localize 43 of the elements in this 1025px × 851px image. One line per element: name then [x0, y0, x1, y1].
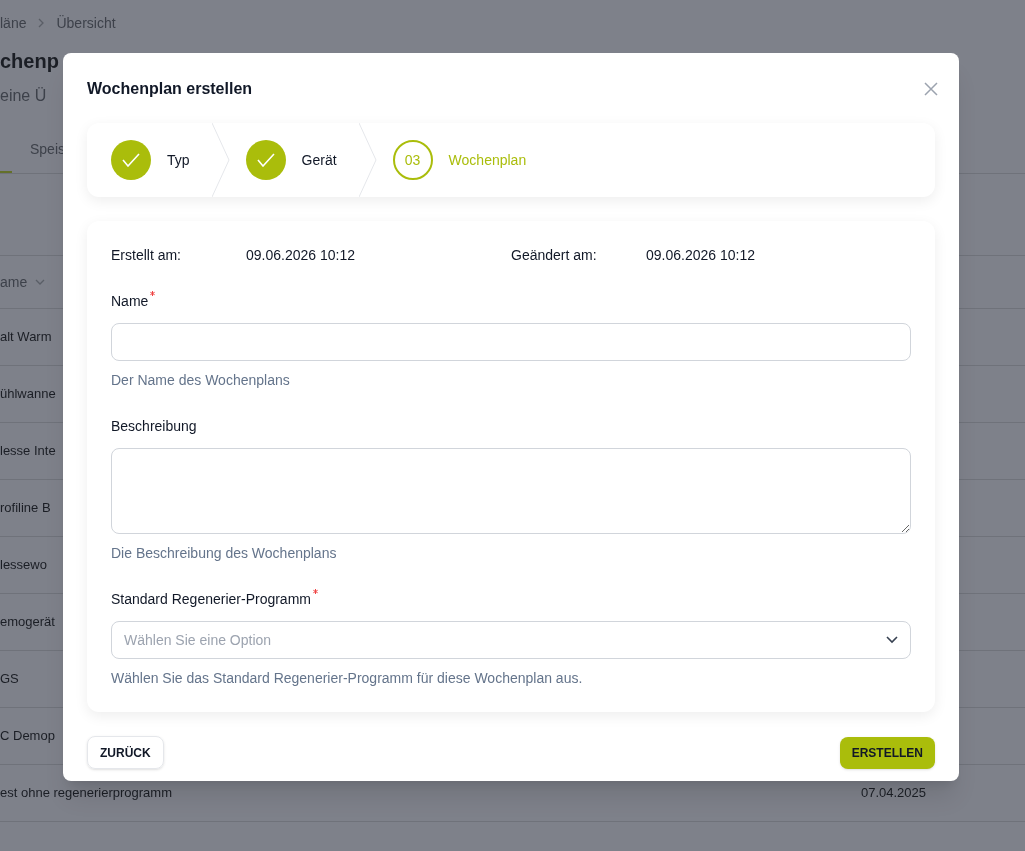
table-cell-text: GS — [0, 670, 19, 689]
breadcrumb-item[interactable]: läne — [0, 13, 27, 33]
dialog-title: Wochenplan erstellen — [87, 79, 253, 99]
step-label: Wochenplan — [448, 151, 527, 170]
close-button[interactable] — [923, 81, 939, 97]
back-button[interactable]: ZURÜCK — [87, 736, 164, 769]
field-label: Beschreibung — [111, 417, 197, 436]
input-field[interactable] — [111, 323, 911, 361]
text-area[interactable] — [111, 448, 911, 534]
select-field[interactable]: Wählen Sie eine Option — [111, 621, 911, 659]
meta-label: Erstellt am: — [111, 246, 182, 265]
meta-value: 09.06.2026 10:12 — [246, 246, 355, 265]
breadcrumb-item[interactable]: Übersicht — [56, 13, 116, 33]
table-cell-text: est ohne regenerierprogramm — [0, 784, 172, 803]
field-label: Standard Regenerier-Programm — [111, 590, 311, 609]
field-hint: Der Name des Wochenplans — [111, 371, 291, 390]
chevron-down-icon — [886, 636, 898, 644]
checkmark-icon — [122, 153, 140, 167]
field-label: Name — [111, 292, 149, 311]
step-label: Typ — [167, 151, 190, 170]
tab[interactable]: Speis — [12, 124, 66, 173]
table-cell-text: ühlwanne — [0, 385, 56, 404]
table-cell-text: emogerät — [0, 613, 55, 632]
create-button[interactable]: ERSTELLEN — [839, 736, 935, 769]
page-subtitle: eine Ü — [0, 86, 47, 106]
page-title: chenp — [0, 49, 59, 74]
meta-label: Geändert am: — [511, 246, 598, 265]
checkmark-icon — [256, 153, 275, 167]
step-label: Gerät — [301, 151, 337, 170]
table-cell-text: lesse Inte — [0, 442, 56, 461]
field-hint: Die Beschreibung des Wochenplans — [111, 544, 338, 563]
chevron-down-icon — [35, 279, 46, 285]
table-cell-text: rofiline B — [0, 499, 51, 518]
chevron-right-icon — [38, 18, 45, 28]
table-cell-text: lessewo — [0, 556, 47, 575]
table-cell-text: 07.04.2025 — [860, 784, 926, 803]
field-hint: Wählen Sie das Standard Regenerier-Programm für diese Wochenplan aus. — [111, 669, 584, 688]
table-cell-text: alt Warm — [0, 328, 52, 347]
meta-value: 09.06.2026 10:12 — [646, 246, 755, 265]
column-header[interactable]: ame — [0, 272, 28, 292]
chevron-divider-icon — [211, 123, 230, 197]
chevron-divider-icon — [358, 123, 377, 197]
table-cell-text: C Demop — [0, 727, 55, 746]
